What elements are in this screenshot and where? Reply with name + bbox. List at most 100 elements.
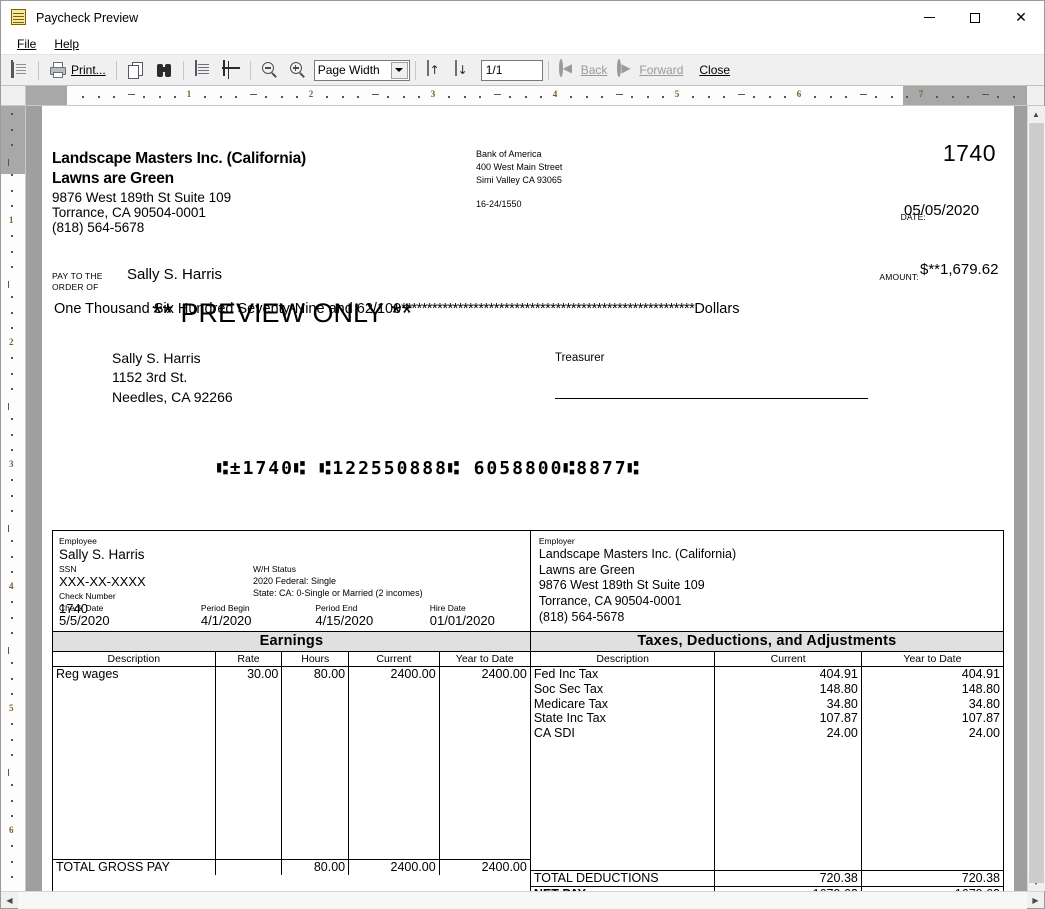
deduction-ytd: 148.80	[961, 681, 1000, 696]
net-pay-row: NET PAY1679.621679.62	[530, 885, 1003, 891]
window-title: Paycheck Preview	[36, 10, 139, 25]
zoom-in-button[interactable]	[284, 58, 312, 83]
vruler-tick	[10, 357, 13, 360]
preview-body: 1 2 3 4 5 6 7 1 2 3 4 5 6 Landscape Masters Inc. (C…	[1, 86, 1045, 909]
close-icon: ✕	[1015, 9, 1027, 26]
vruler-tick	[10, 326, 13, 329]
period-end-value: 4/15/2020	[315, 613, 374, 629]
scroll-left-button[interactable]: ◀	[1, 892, 18, 909]
chevron-down-icon[interactable]	[390, 61, 408, 79]
vruler-tick	[10, 677, 13, 680]
zoom-in-icon	[289, 61, 307, 79]
ruler-tick	[860, 94, 867, 95]
amount-value: $**1,679.62	[920, 261, 999, 278]
vruler-tick	[8, 647, 9, 654]
previous-page-button[interactable]: ↑	[421, 58, 449, 83]
vruler-tick	[10, 235, 13, 238]
amount-stars: ****************************************…	[401, 301, 695, 317]
horizontal-scroll-track[interactable]	[18, 891, 1027, 909]
hire-date-value: 01/01/2020	[429, 613, 495, 629]
next-page-button[interactable]: ↓	[449, 58, 477, 83]
deductions-header-row: Description Current Year to Date	[530, 652, 1003, 667]
multi-page-view-button[interactable]	[217, 58, 245, 83]
print-button-label: Print...	[71, 63, 106, 77]
bank-block: Bank of America 400 West Main Street Sim…	[476, 148, 562, 211]
deductions-table-wrap: Taxes, Deductions, and Adjustments Descr…	[530, 632, 1003, 891]
earnings-total-rate	[215, 858, 283, 875]
vruler-tick	[10, 509, 13, 512]
close-window-button[interactable]: ✕	[998, 1, 1044, 34]
payee-name: Sally S. Harris	[127, 266, 223, 283]
employee-label: Employee	[59, 536, 97, 546]
vertical-scroll-thumb[interactable]	[1028, 123, 1044, 883]
scroll-right-button[interactable]: ▶	[1027, 892, 1044, 909]
deductions-total-current: 720.38	[714, 870, 862, 887]
ruler-corner	[1, 86, 26, 106]
page-number-input[interactable]: 1/1	[480, 59, 543, 81]
ruler-tick	[463, 95, 466, 98]
vruler-tick	[10, 631, 13, 634]
menu-file-label: File	[17, 37, 37, 51]
vruler-number: 2	[9, 337, 14, 347]
vertical-scrollbar[interactable]: ▲ ▼	[1027, 106, 1045, 891]
vruler-tick	[10, 540, 13, 543]
back-button[interactable]: ◀ Back	[554, 58, 613, 83]
horizontal-scroll-thumb[interactable]	[18, 892, 1027, 908]
multi-page-icon	[222, 60, 240, 79]
vruler-number: 6	[9, 825, 14, 835]
employer-phone: (818) 564-5678	[538, 609, 625, 624]
amount-label: AMOUNT:	[879, 272, 919, 282]
minimize-button[interactable]	[906, 1, 952, 34]
earnings-spacer-row	[53, 875, 530, 891]
vertical-ruler[interactable]: 1 2 3 4 5 6	[1, 106, 26, 891]
canvas-row: 1 2 3 4 5 6 Landscape Masters Inc. (Californi…	[1, 106, 1045, 891]
stub-header: Employee Sally S. Harris SSN XXX-XX-XXXX…	[53, 531, 1003, 632]
date-fields-row: Check Date 5/5/2020 Period Begin 4/1/202…	[59, 604, 517, 629]
ruler-spacer	[1027, 86, 1044, 106]
vruler-tick	[10, 601, 13, 604]
earnings-total-row: TOTAL GROSS PAY 80.00 2400.00 2400.00	[53, 858, 530, 875]
menu-help[interactable]: Help	[46, 35, 87, 53]
ruler-tick	[448, 95, 451, 98]
horizontal-scrollbar[interactable]: ◀ ▶	[1, 891, 1044, 909]
zoom-level-select[interactable]: Page Width	[313, 59, 410, 81]
scroll-up-button[interactable]: ▲	[1027, 106, 1045, 123]
wh-federal: 2020 Federal: Single	[253, 575, 337, 586]
ruler-tick	[295, 95, 298, 98]
horizontal-ruler[interactable]: 1 2 3 4 5 6 7	[26, 86, 1027, 106]
vruler-tick	[10, 433, 13, 436]
ruler-number: 4	[552, 89, 558, 99]
table-row: State Inc Tax 107.87 107.87	[530, 711, 1003, 726]
binoculars-icon	[155, 61, 173, 79]
paycheck-preview-window: Paycheck Preview ✕ File Help Print... Pa…	[0, 0, 1045, 909]
vertical-scroll-track[interactable]	[1027, 123, 1045, 883]
ruler-tick	[905, 95, 908, 98]
forward-button[interactable]: ▶ Forward	[612, 58, 688, 83]
earnings-col-hours: Hours	[281, 652, 350, 667]
maximize-button[interactable]	[952, 1, 998, 34]
ruler-number: 7	[918, 89, 924, 99]
net-pay-ytd: 1679.62	[861, 885, 1003, 891]
single-page-view-button[interactable]	[189, 58, 217, 83]
menu-file[interactable]: File	[9, 35, 44, 53]
ruler-tick	[326, 95, 329, 98]
toolbar-separator	[249, 60, 251, 80]
micr-line: ⑆±1740⑆ ⑆122550888⑆ 6058800⑆8877⑆	[217, 458, 641, 479]
print-button[interactable]: Print...	[44, 58, 111, 83]
ruler-tick	[372, 94, 379, 95]
company-address2: Torrance, CA 90504-0001	[52, 205, 206, 220]
ruler-tick	[570, 95, 573, 98]
copy-button[interactable]	[122, 58, 150, 83]
close-preview-button[interactable]: Close	[694, 58, 735, 83]
page-setup-button[interactable]	[5, 58, 33, 83]
employee-info: Employee Sally S. Harris SSN XXX-XX-XXXX…	[53, 531, 531, 631]
find-button[interactable]	[150, 58, 178, 83]
earnings-header-row: Description Rate Hours Current Year to D…	[53, 652, 530, 667]
vruler-tick	[10, 723, 13, 726]
deductions-total-label: TOTAL DEDUCTIONS	[530, 870, 716, 887]
vruler-tick	[8, 159, 9, 166]
zoom-out-button[interactable]	[256, 58, 284, 83]
forward-button-label: Forward	[639, 63, 684, 77]
signature-line	[555, 398, 868, 399]
company-phone: (818) 564-5678	[52, 220, 145, 235]
